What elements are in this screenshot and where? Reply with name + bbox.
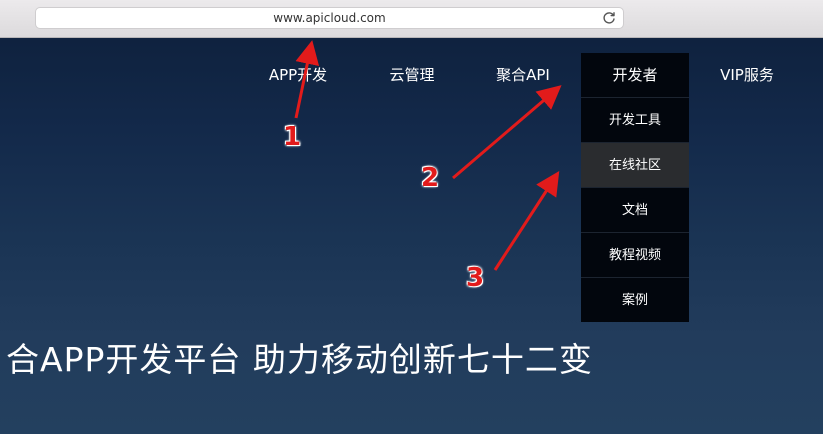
nav-item-app-dev[interactable]: APP开发 — [257, 53, 339, 97]
dropdown-item-dev-tools[interactable]: 开发工具 — [581, 97, 689, 142]
reload-icon[interactable] — [601, 10, 617, 26]
arrow-2 — [452, 85, 562, 180]
annotation-marker-1: 1 — [283, 122, 302, 152]
arrow-3 — [493, 170, 560, 271]
hero-title: 合APP开发平台 助力移动创新七十二变 — [6, 340, 593, 379]
nav-item-cloud-management[interactable]: 云管理 — [377, 53, 447, 97]
annotation-marker-2: 2 — [421, 163, 440, 193]
browser-toolbar: www.apicloud.com — [0, 0, 823, 38]
developer-dropdown-menu: 开发工具 在线社区 文档 教程视频 案例 — [581, 97, 689, 322]
dropdown-item-cases[interactable]: 案例 — [581, 277, 689, 322]
url-text: www.apicloud.com — [273, 11, 386, 25]
nav-item-vip-service[interactable]: VIP服务 — [707, 53, 787, 97]
dropdown-item-tutorial-videos[interactable]: 教程视频 — [581, 232, 689, 277]
annotation-marker-3: 3 — [466, 263, 485, 293]
page: www.apicloud.com APP开发 云管理 聚合API 开发者 VIP… — [0, 0, 823, 434]
dropdown-item-docs[interactable]: 文档 — [581, 187, 689, 232]
address-bar[interactable]: www.apicloud.com — [35, 7, 624, 29]
dropdown-item-online-community[interactable]: 在线社区 — [581, 142, 689, 187]
nav-item-aggregate-api[interactable]: 聚合API — [485, 53, 561, 97]
nav-item-developer[interactable]: 开发者 — [581, 53, 689, 97]
